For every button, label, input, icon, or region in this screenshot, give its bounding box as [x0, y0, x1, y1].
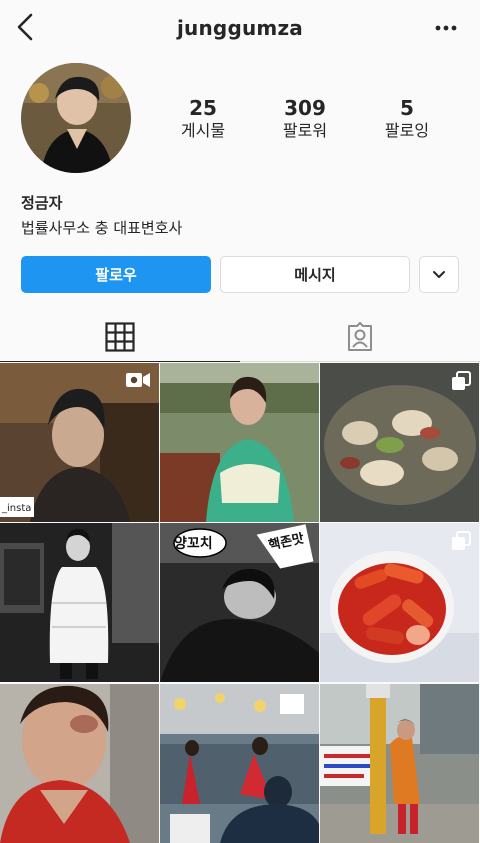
profile-name: 정금자 — [21, 194, 63, 212]
post-thumbnail[interactable] — [0, 523, 159, 682]
following-count: 5 — [400, 96, 414, 120]
avatar[interactable] — [21, 63, 131, 173]
carousel-icon — [452, 531, 471, 550]
carousel-icon — [452, 371, 471, 390]
followers-count: 309 — [284, 96, 326, 120]
tab-tagged[interactable] — [240, 312, 480, 362]
video-icon — [126, 373, 150, 387]
post-thumbnail[interactable]: _insta — [0, 363, 159, 522]
followers-label: 팔로워 — [282, 121, 328, 140]
posts-grid: _insta 양꼬치 핵존맛 — [0, 363, 480, 843]
chevron-down-icon — [433, 270, 445, 278]
posts-label: 게시물 — [180, 121, 226, 140]
tagged-person-icon — [348, 321, 372, 351]
more-options-icon[interactable] — [434, 16, 458, 40]
following-stat[interactable]: 5 팔로잉 — [357, 96, 457, 142]
follow-button[interactable]: 팔로우 — [21, 256, 211, 293]
message-button[interactable]: 메시지 — [220, 256, 410, 293]
post-overlay-text: _insta — [2, 503, 32, 514]
tab-grid[interactable] — [0, 312, 240, 362]
profile-username: junggumza — [177, 16, 303, 40]
top-bar: junggumza — [0, 0, 480, 56]
post-thumbnail[interactable] — [160, 684, 319, 843]
post-thumbnail[interactable] — [320, 363, 479, 522]
grid-icon — [105, 321, 135, 352]
posts-stat[interactable]: 25 게시물 — [153, 96, 253, 142]
post-thumbnail[interactable] — [320, 523, 479, 682]
followers-stat[interactable]: 309 팔로워 — [255, 96, 355, 142]
profile-bio: 법률사무소 충 대표변호사 — [21, 219, 183, 237]
post-caption-text: 양꼬치 — [174, 536, 213, 552]
posts-count: 25 — [189, 96, 217, 120]
following-label: 팔로잉 — [384, 121, 430, 140]
post-thumbnail[interactable] — [0, 684, 159, 843]
suggestions-dropdown-button[interactable] — [419, 256, 459, 293]
post-thumbnail[interactable] — [320, 684, 479, 843]
post-thumbnail[interactable] — [160, 363, 319, 522]
profile-tabs — [0, 312, 480, 362]
post-thumbnail[interactable]: 양꼬치 핵존맛 — [160, 523, 319, 682]
